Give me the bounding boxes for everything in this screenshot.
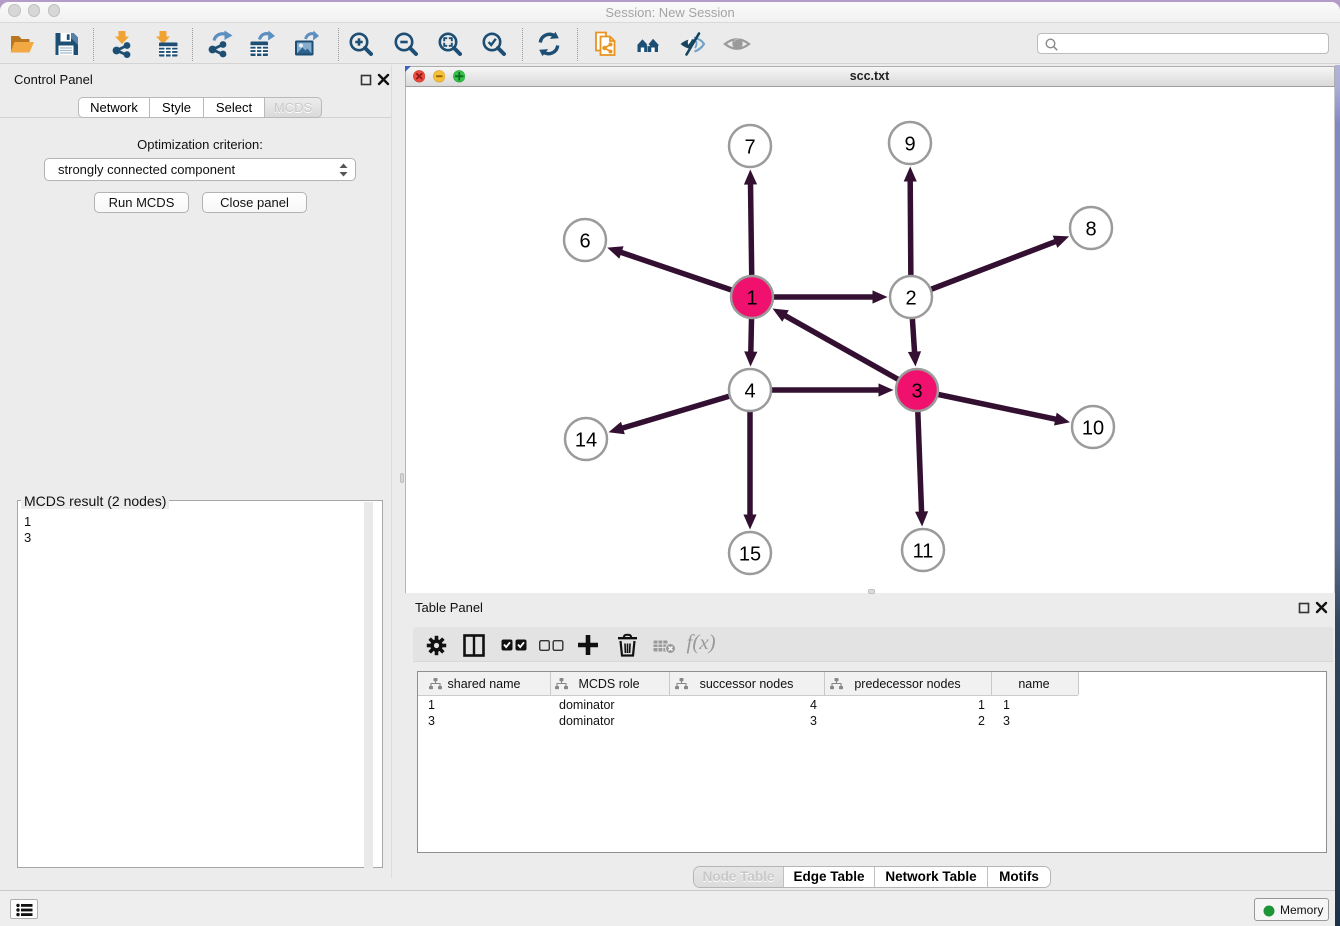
- svg-text:14: 14: [574, 429, 596, 451]
- svg-text:4: 4: [744, 380, 755, 402]
- svg-text:6: 6: [579, 230, 590, 252]
- svg-text:2: 2: [905, 287, 916, 309]
- svg-text:8: 8: [1085, 218, 1096, 240]
- svg-text:10: 10: [1081, 417, 1103, 439]
- svg-text:11: 11: [912, 540, 933, 562]
- svg-text:7: 7: [744, 136, 755, 158]
- svg-text:1: 1: [746, 287, 757, 309]
- svg-text:15: 15: [738, 543, 760, 565]
- svg-text:9: 9: [904, 133, 915, 155]
- svg-text:3: 3: [911, 380, 922, 402]
